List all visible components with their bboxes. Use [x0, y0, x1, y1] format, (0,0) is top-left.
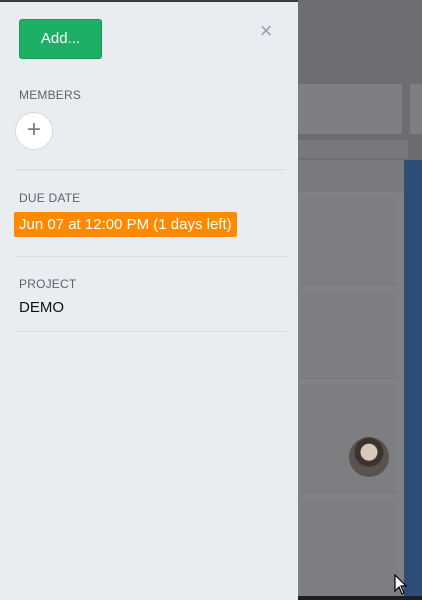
board-toolbar: [298, 140, 408, 158]
divider: [15, 169, 287, 170]
due-date-badge[interactable]: Jun 07 at 12:00 PM (1 days left): [14, 212, 237, 237]
close-icon[interactable]: ×: [257, 20, 275, 42]
add-button[interactable]: Add...: [19, 19, 102, 59]
board-card: [300, 498, 398, 598]
project-value: DEMO: [19, 299, 64, 316]
board-card: [300, 384, 398, 492]
board-tab: [298, 84, 402, 134]
board-column-blue: [404, 160, 422, 600]
plus-icon: +: [26, 116, 41, 143]
board-bottom-edge: [298, 596, 422, 600]
divider: [15, 256, 287, 257]
board-header: [298, 0, 422, 78]
avatar: [349, 437, 389, 477]
board-column-header: [298, 160, 404, 192]
divider: [15, 331, 287, 332]
board-tab: [410, 84, 422, 134]
mouse-pointer-icon: [394, 574, 408, 595]
board-card: [300, 194, 398, 284]
due-date-label: DUE DATE: [19, 191, 81, 205]
project-label: PROJECT: [19, 277, 77, 291]
card-details-panel: Add... × MEMBERS + DUE DATE Jun 07 at 12…: [0, 0, 298, 600]
add-member-button[interactable]: +: [15, 112, 53, 150]
panel-top-border: [0, 0, 298, 2]
board-card: [300, 290, 398, 378]
members-label: MEMBERS: [19, 88, 82, 102]
